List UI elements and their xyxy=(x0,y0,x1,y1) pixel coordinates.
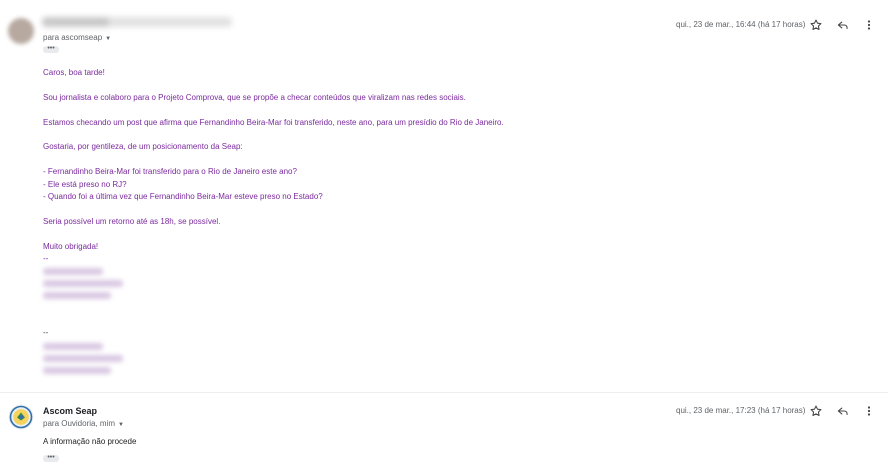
sender-name[interactable]: Ascom Seap xyxy=(43,406,97,416)
chevron-down-icon[interactable]: ▼ xyxy=(118,422,124,428)
paragraph: Sou jornalista e colaboro para o Projeto… xyxy=(43,93,466,102)
question-line: - Fernandinho Beira-Mar foi transferido … xyxy=(43,167,297,176)
signature-separator: -- xyxy=(43,328,49,337)
reply-icon[interactable] xyxy=(836,404,850,418)
recipients-line[interactable]: para Ouvidoria, mim ▼ xyxy=(43,419,124,428)
signature-redacted xyxy=(43,268,103,275)
paragraph: Estamos checando um post que afirma que … xyxy=(43,118,504,127)
star-icon[interactable] xyxy=(809,404,823,418)
show-trimmed-content-button[interactable]: ••• xyxy=(43,454,59,462)
signature-redacted xyxy=(43,343,103,350)
message-date: qui., 23 de mar., 16:44 (há 17 horas) xyxy=(676,20,806,29)
message-body: A informação não procede xyxy=(43,437,137,446)
seap-seal-avatar[interactable] xyxy=(8,404,34,430)
chevron-down-icon[interactable]: ▼ xyxy=(105,36,111,42)
question-line: - Ele está preso no RJ? xyxy=(43,180,127,189)
paragraph: Seria possível um retorno até as 18h, se… xyxy=(43,217,221,226)
sender-avatar[interactable] xyxy=(8,18,34,44)
recipients-text: para ascomseap xyxy=(43,33,103,42)
show-details-button[interactable]: ••• xyxy=(43,45,59,53)
star-icon[interactable] xyxy=(809,18,823,32)
signature-separator: -- xyxy=(43,254,49,263)
email-message xyxy=(0,392,888,468)
recipients-text: para Ouvidoria, mim xyxy=(43,419,116,428)
signature-redacted xyxy=(43,280,123,287)
paragraph: Gostaria, por gentileza, de um posiciona… xyxy=(43,142,243,151)
signature-redacted xyxy=(43,355,123,362)
signature-redacted xyxy=(43,367,111,374)
recipients-line[interactable]: para ascomseap ▼ xyxy=(43,33,111,42)
greeting: Caros, boa tarde! xyxy=(43,68,105,77)
closing: Muito obrigada! xyxy=(43,242,99,251)
email-message: para ascomseap ▼ ••• qui., 23 de mar., 16… xyxy=(0,0,888,392)
more-vert-icon[interactable] xyxy=(862,404,876,418)
reply-icon[interactable] xyxy=(836,18,850,32)
message-date: qui., 23 de mar., 17:23 (há 17 horas) xyxy=(676,406,806,415)
signature-redacted xyxy=(43,292,111,299)
more-vert-icon[interactable] xyxy=(862,18,876,32)
sender-name-redacted xyxy=(42,17,232,27)
question-line: - Quando foi a última vez que Fernandinh… xyxy=(43,192,323,201)
